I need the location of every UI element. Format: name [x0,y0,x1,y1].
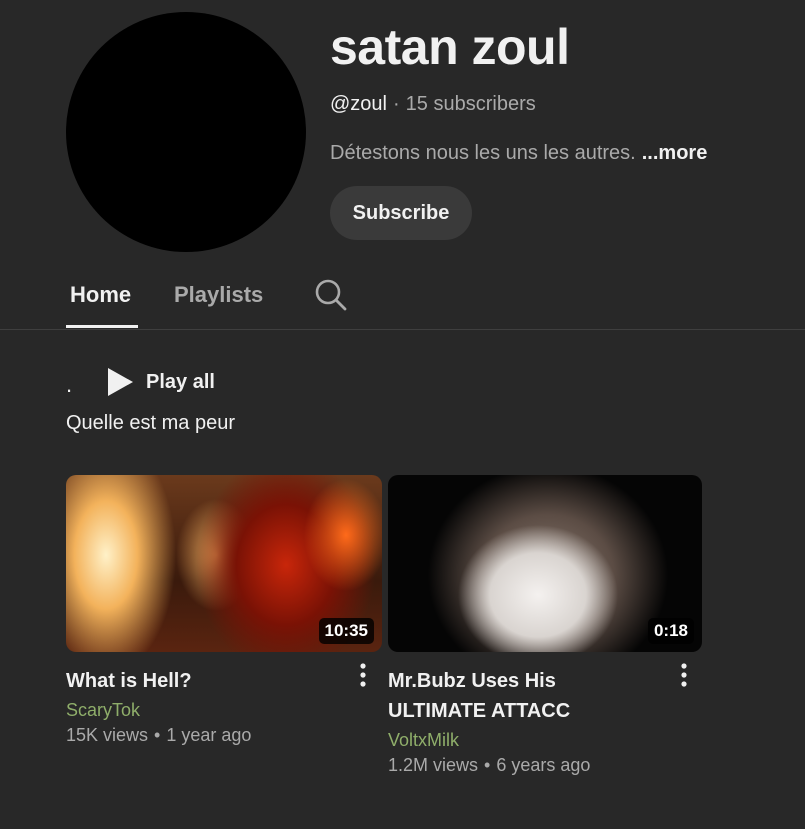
channel-name: satan zoul [330,19,570,75]
tab-home[interactable]: Home [70,282,131,308]
play-icon [108,368,133,396]
video-channel-link[interactable]: VoltxMilk [388,730,702,751]
more-vert-icon[interactable] [351,661,375,691]
subscribe-button[interactable]: Subscribe [330,186,472,240]
video-card: 0:18 Mr.Bubz Uses His ULTIMATE ATTACC Vo… [388,475,702,776]
subscriber-count: 15 subscribers [405,93,536,115]
view-count: 15K views [66,725,149,745]
search-icon[interactable] [313,277,349,313]
tabs-divider [0,329,805,330]
stats-separator: • [154,725,161,745]
upload-age: 6 years ago [496,755,591,775]
channel-avatar[interactable] [66,12,306,252]
channel-page: satan zoul @zoul · 15 subscribers Déteston… [0,0,805,829]
meta-separator: · [393,93,400,115]
channel-handle: @zoul [330,93,387,115]
video-title[interactable]: What is Hell? [66,666,336,696]
video-title[interactable]: Mr.Bubz Uses His ULTIMATE ATTACC [388,666,658,726]
play-all-button[interactable]: Play all [106,366,215,398]
shelf-subtitle: Quelle est ma peur [66,412,235,434]
video-channel-link[interactable]: ScaryTok [66,700,382,721]
channel-meta: @zoul · 15 subscribers [330,93,536,116]
channel-tabs: Home Playlists [0,262,805,330]
upload-age: 1 year ago [166,725,252,745]
stats-separator: • [484,755,491,775]
play-all-label: Play all [146,370,215,393]
description-text: Détestons nous les uns les autres. [330,142,636,164]
video-thumbnail[interactable]: 0:18 [388,475,702,652]
video-stats: 1.2M views • 6 years ago [388,755,702,776]
more-vert-icon[interactable] [672,661,696,691]
view-count: 1.2M views [388,755,479,775]
shelf-title-dot: . [66,372,73,397]
duration-badge: 0:18 [647,618,694,644]
active-tab-indicator [66,325,138,328]
channel-description[interactable]: Détestons nous les uns les autres. ...mor… [330,142,707,165]
more-link[interactable]: ...more [642,142,708,164]
video-card: 10:35 What is Hell? ScaryTok 15K views • 1… [66,475,382,746]
video-stats: 15K views • 1 year ago [66,725,382,746]
tab-playlists[interactable]: Playlists [174,282,263,308]
duration-badge: 10:35 [318,618,374,644]
video-thumbnail[interactable]: 10:35 [66,475,382,652]
